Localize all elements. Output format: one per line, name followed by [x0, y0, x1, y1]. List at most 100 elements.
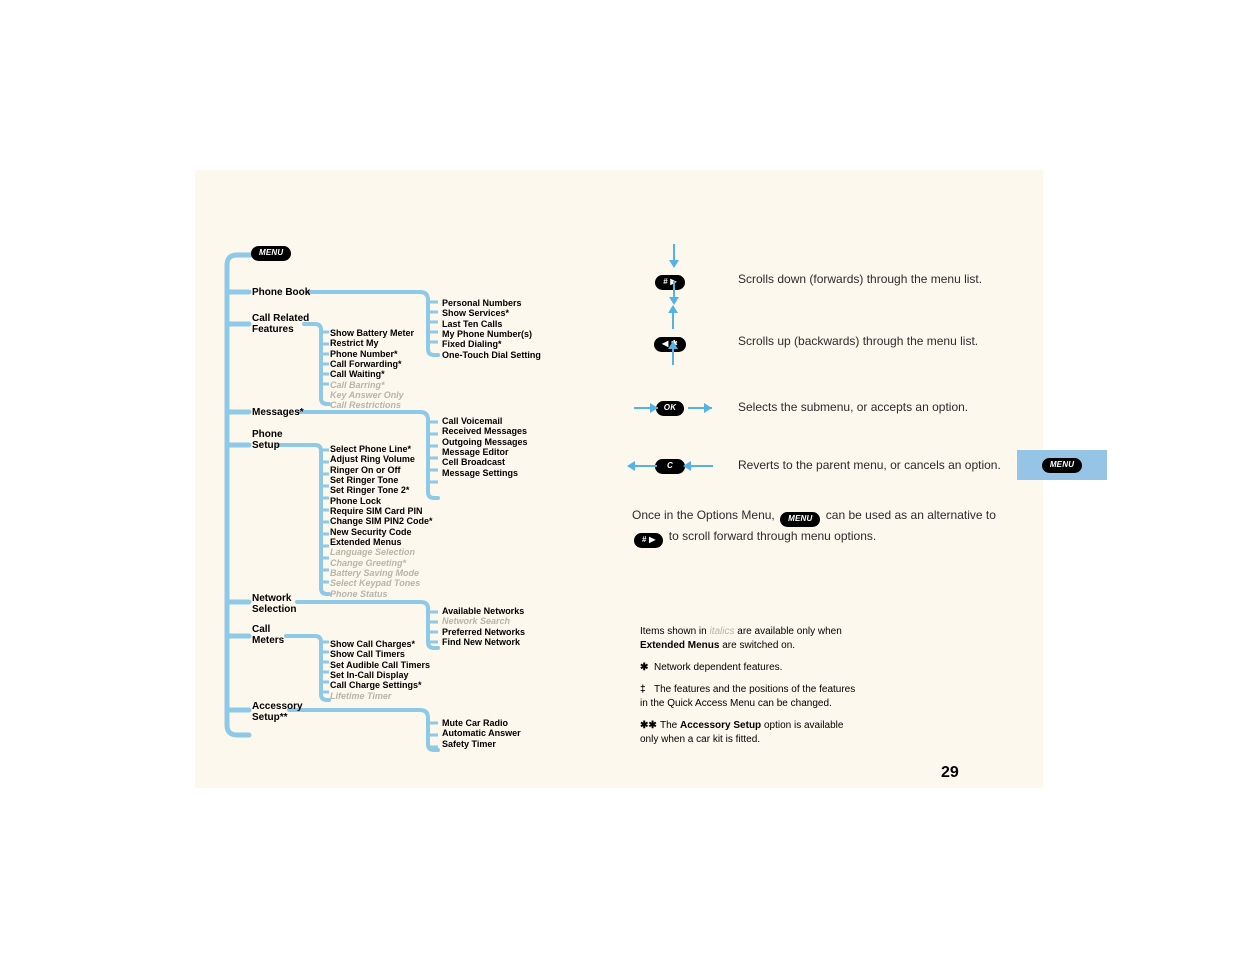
- li: Restrict My: [330, 338, 414, 348]
- li: Call Waiting*: [330, 369, 414, 379]
- cat-accessory: AccessorySetup**: [252, 702, 303, 723]
- para-t3: to scroll forward through menu options.: [665, 529, 876, 543]
- li-ext: Language Selection: [330, 547, 433, 557]
- li: Outgoing Messages: [442, 437, 528, 447]
- li: Select Phone Line*: [330, 444, 433, 454]
- cat-network-l2: Selection: [252, 605, 296, 616]
- ok-key-icon: OK: [656, 401, 684, 416]
- navdesc-star: Scrolls up (backwards) through the menu …: [738, 334, 978, 350]
- sub-call-related: Show Battery Meter Restrict My Phone Num…: [330, 328, 414, 411]
- li: Received Messages: [442, 426, 528, 436]
- legend-italics: Items shown in italics are available onl…: [640, 625, 860, 653]
- li-ext: Call Restrictions: [330, 400, 414, 410]
- li: Adjust Ring Volume: [330, 454, 433, 464]
- li: One-Touch Dial Setting: [442, 350, 541, 360]
- menu-key-icon: MENU: [251, 246, 291, 261]
- li: Personal Numbers: [442, 298, 541, 308]
- navrow-ok: OK Selects the submenu, or accepts an op…: [640, 388, 968, 428]
- li-ext: Phone Status: [330, 589, 433, 599]
- cat-phone-book: Phone Book: [252, 288, 310, 299]
- li: Show Battery Meter: [330, 328, 414, 338]
- para-t2: can be used as an alternative to: [822, 508, 995, 522]
- li-ext: Network Search: [442, 616, 525, 626]
- para-t1: Once in the Options Menu,: [632, 508, 778, 522]
- cat-accessory-l2: Setup**: [252, 713, 303, 724]
- legend: Items shown in italics are available onl…: [640, 625, 860, 755]
- li: Phone Number*: [330, 349, 414, 359]
- li: Set Audible Call Timers: [330, 660, 430, 670]
- navdesc-ok: Selects the submenu, or accepts an optio…: [738, 400, 968, 416]
- navdesc-c: Reverts to the parent menu, or cancels a…: [738, 458, 1001, 474]
- li: Ringer On or Off: [330, 465, 433, 475]
- li-ext: Select Keypad Tones: [330, 578, 433, 588]
- li: Message Editor: [442, 447, 528, 457]
- arrow-right-icon: OK: [640, 388, 700, 428]
- legend-star: ✱Network dependent features.: [640, 661, 860, 675]
- cat-call-related-l2: Features: [252, 325, 309, 336]
- cat-phone-setup: PhoneSetup: [252, 430, 283, 451]
- cat-call-meters-l1: Call: [252, 625, 284, 636]
- navrow-c: C Reverts to the parent menu, or cancels…: [640, 446, 1001, 486]
- li: Preferred Networks: [442, 627, 525, 637]
- li-ext: Battery Saving Mode: [330, 568, 433, 578]
- cat-phone-setup-l2: Setup: [252, 441, 283, 452]
- side-tab-key-icon: MENU: [1042, 458, 1082, 473]
- li: Phone Lock: [330, 496, 433, 506]
- li: Available Networks: [442, 606, 525, 616]
- li: Set Ringer Tone: [330, 475, 433, 485]
- li-ext: Change Greeting*: [330, 558, 433, 568]
- li: Show Services*: [442, 308, 541, 318]
- li: Call Voicemail: [442, 416, 528, 426]
- navrow-hash: # ▶ Scrolls down (forwards) through the …: [640, 260, 982, 300]
- sub-messages: Call Voicemail Received Messages Outgoin…: [442, 416, 528, 478]
- legend-dagger: ‡The features and the positions of the f…: [640, 683, 860, 711]
- cat-call-related-l1: Call Related: [252, 314, 309, 325]
- para-key-hash-icon: # ▶: [634, 533, 663, 548]
- page-number: 29: [941, 764, 959, 782]
- sub-network: Available Networks Network Search Prefer…: [442, 606, 525, 647]
- legend-dstar: ✱✱The Accessory Setup option is availabl…: [640, 719, 860, 747]
- arrow-down-icon: # ▶: [640, 260, 700, 300]
- li: Last Ten Calls: [442, 319, 541, 329]
- c-key-icon: C: [655, 459, 685, 474]
- li: Call Charge Settings*: [330, 680, 430, 690]
- li: Set In-Call Display: [330, 670, 430, 680]
- li: Cell Broadcast: [442, 457, 528, 467]
- navdesc-hash: Scrolls down (forwards) through the menu…: [738, 272, 982, 288]
- cat-phone-setup-l1: Phone: [252, 430, 283, 441]
- cat-call-meters: CallMeters: [252, 625, 284, 646]
- sub-phone-setup: Select Phone Line* Adjust Ring Volume Ri…: [330, 444, 433, 599]
- li: Mute Car Radio: [442, 718, 521, 728]
- li: New Security Code: [330, 527, 433, 537]
- li: Show Call Timers: [330, 649, 430, 659]
- arrow-left-icon: C: [640, 446, 700, 486]
- cat-network-l1: Network: [252, 594, 296, 605]
- cat-call-related: Call RelatedFeatures: [252, 314, 309, 335]
- sub-phone-book: Personal Numbers Show Services* Last Ten…: [442, 298, 541, 360]
- arrow-up-icon: ◀ ✱: [640, 322, 700, 362]
- cat-network: NetworkSelection: [252, 594, 296, 615]
- li: Message Settings: [442, 468, 528, 478]
- sub-accessory: Mute Car Radio Automatic Answer Safety T…: [442, 718, 521, 749]
- sub-call-meters: Show Call Charges* Show Call Timers Set …: [330, 639, 430, 701]
- li-ext: Key Answer Only: [330, 390, 414, 400]
- li: Set Ringer Tone 2*: [330, 485, 433, 495]
- li: Find New Network: [442, 637, 525, 647]
- para-key-menu-icon: MENU: [780, 512, 820, 527]
- li: Safety Timer: [442, 739, 521, 749]
- side-tab-menu: MENU: [1017, 450, 1107, 480]
- cat-messages: Messages*: [252, 408, 304, 419]
- li: Extended Menus: [330, 537, 433, 547]
- options-paragraph: Once in the Options Menu, MENU can be us…: [632, 506, 1002, 548]
- cat-accessory-l1: Accessory: [252, 702, 303, 713]
- li-ext: Call Barring*: [330, 380, 414, 390]
- li: Require SIM Card PIN: [330, 506, 433, 516]
- li: My Phone Number(s): [442, 329, 541, 339]
- li: Change SIM PIN2 Code*: [330, 516, 433, 526]
- li: Show Call Charges*: [330, 639, 430, 649]
- li-ext: Lifetime Timer: [330, 691, 430, 701]
- li: Automatic Answer: [442, 728, 521, 738]
- navrow-star: ◀ ✱ Scrolls up (backwards) through the m…: [640, 322, 978, 362]
- li: Call Forwarding*: [330, 359, 414, 369]
- li: Fixed Dialing*: [442, 339, 541, 349]
